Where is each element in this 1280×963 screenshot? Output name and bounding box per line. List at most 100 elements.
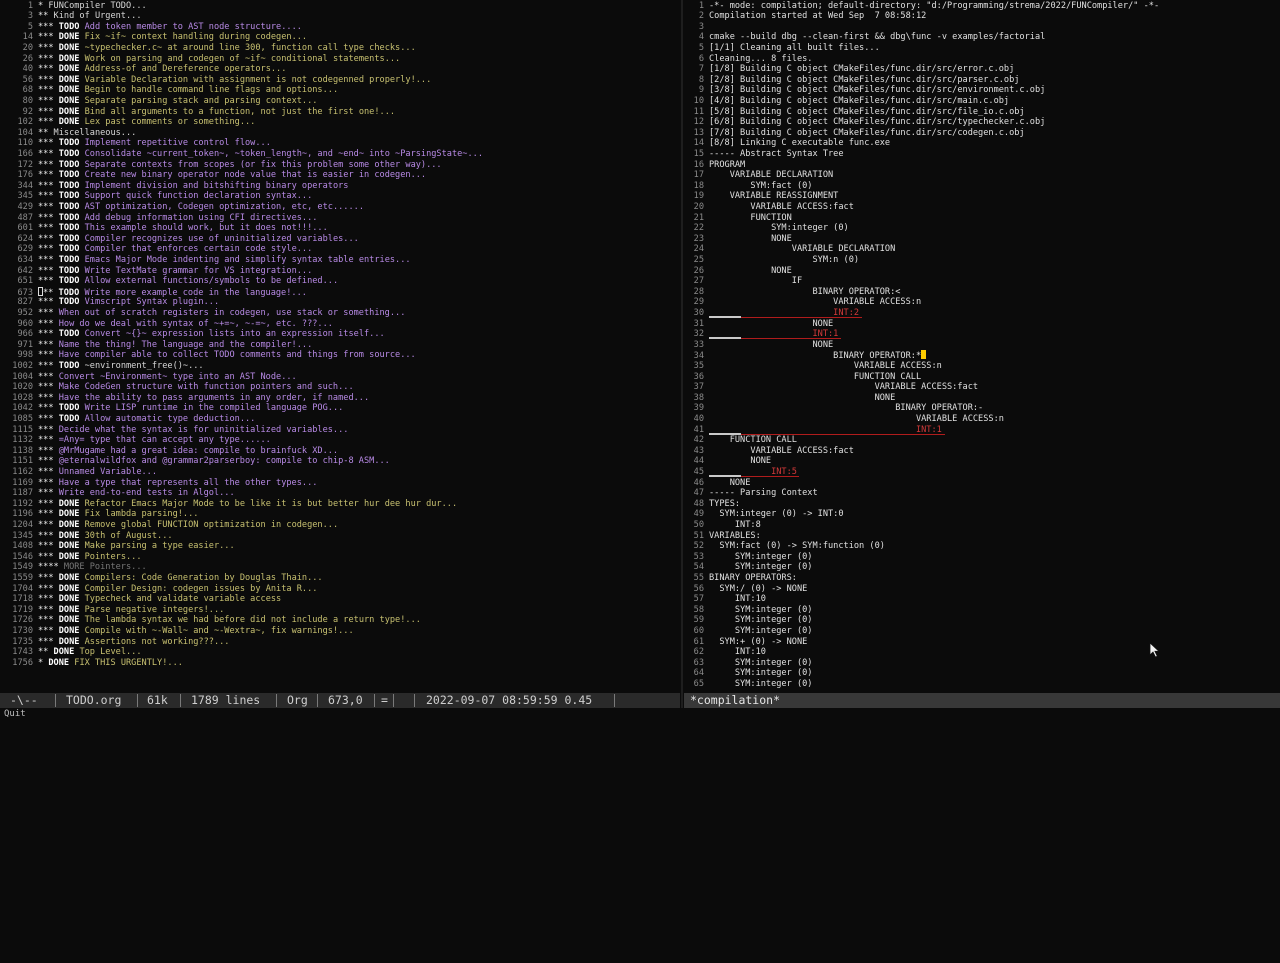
done-keyword[interactable]: DONE [59, 509, 80, 519]
heading-title[interactable]: Have a type that represents all the othe… [59, 478, 318, 488]
org-heading-line[interactable]: 673 ** TODO Write more example code in t… [0, 286, 307, 298]
org-heading-line[interactable]: 629 *** TODO Compiler that enforces cert… [0, 244, 312, 255]
heading-title[interactable]: Implement division and bitshifting binar… [85, 181, 349, 191]
org-heading-line[interactable]: 642 *** TODO Write TextMate grammar for … [0, 266, 312, 277]
org-heading-line[interactable]: 960 *** How do we deal with syntax of ~+… [0, 319, 332, 330]
done-keyword[interactable]: DONE [59, 605, 80, 615]
done-keyword[interactable]: DONE [59, 637, 80, 647]
heading-title[interactable]: Add token member to AST node structure..… [85, 22, 302, 32]
heading-title[interactable]: Typecheck and validate variable access [85, 594, 282, 604]
modeline-encoding[interactable]: = [381, 693, 388, 708]
todo-keyword[interactable]: TODO [59, 288, 80, 298]
heading-title[interactable]: Implement repetitive control flow... [85, 138, 271, 148]
heading-title[interactable]: Compile with ~-Wall~ and ~-Wextra~, fix … [85, 626, 354, 636]
heading-title[interactable]: Support quick function declaration synta… [85, 191, 313, 201]
heading-title[interactable]: When out of scratch registers in codegen… [59, 308, 406, 318]
heading-title[interactable]: Variable Declaration with assignment is … [85, 75, 432, 85]
todo-keyword[interactable]: TODO [59, 329, 80, 339]
todo-keyword[interactable]: TODO [59, 234, 80, 244]
heading-title[interactable]: FUNCompiler TODO... [48, 1, 146, 11]
org-heading-line[interactable]: 651 *** TODO Allow external functions/sy… [0, 276, 338, 287]
heading-title[interactable]: The lambda syntax we had before did not … [85, 615, 421, 625]
org-heading-line[interactable]: 3 ** Kind of Urgent... [0, 11, 142, 22]
done-keyword[interactable]: DONE [54, 647, 75, 657]
org-heading-line[interactable]: 952 *** When out of scratch registers in… [0, 308, 405, 319]
org-heading-line[interactable]: 20 *** DONE ~typechecker.c~ at around li… [0, 43, 416, 54]
todo-keyword[interactable]: TODO [59, 181, 80, 191]
todo-keyword[interactable]: TODO [59, 22, 80, 32]
heading-title[interactable]: Separate contexts from scopes (or fix th… [85, 160, 442, 170]
window-divider[interactable] [681, 0, 683, 708]
org-heading-line[interactable]: 1020 *** Make CodeGen structure with fun… [0, 382, 354, 393]
done-keyword[interactable]: DONE [59, 520, 80, 530]
org-heading-line[interactable]: 110 *** TODO Implement repetitive contro… [0, 138, 271, 149]
done-keyword[interactable]: DONE [59, 117, 80, 127]
heading-title[interactable]: Consolidate ~current_token~, ~token_leng… [85, 149, 483, 159]
heading-title[interactable]: @MrMugame had a great idea: compile to b… [59, 446, 338, 456]
done-keyword[interactable]: DONE [59, 552, 80, 562]
heading-title[interactable]: Emacs Major Mode indenting and simplify … [85, 255, 411, 265]
todo-keyword[interactable]: TODO [59, 160, 80, 170]
heading-title[interactable]: Parse negative integers!... [85, 605, 225, 615]
done-keyword[interactable]: DONE [59, 64, 80, 74]
heading-title[interactable]: Make CodeGen structure with function poi… [59, 382, 354, 392]
org-heading-line[interactable]: 1138 *** @MrMugame had a great idea: com… [0, 446, 338, 457]
org-heading-line[interactable]: 1204 *** DONE Remove global FUNCTION opt… [0, 520, 338, 531]
todo-keyword[interactable]: TODO [59, 244, 80, 254]
org-heading-line[interactable]: 601 *** TODO This example should work, b… [0, 223, 327, 234]
heading-title[interactable]: Write end-to-end tests in Algol... [59, 488, 235, 498]
heading-title[interactable]: Vimscript Syntax plugin... [85, 297, 220, 307]
org-heading-line[interactable]: 1028 *** Have the ability to pass argume… [0, 393, 369, 404]
org-heading-line[interactable]: 176 *** TODO Create new binary operator … [0, 170, 426, 181]
org-heading-line[interactable]: 1132 *** =Any= type that can accept any … [0, 435, 271, 446]
org-heading-line[interactable]: 102 *** DONE Lex past comments or someth… [0, 117, 255, 128]
org-heading-line[interactable]: 1743 ** DONE Top Level... [0, 647, 141, 658]
done-keyword[interactable]: DONE [59, 499, 80, 509]
org-heading-line[interactable]: 971 *** Name the thing! The language and… [0, 340, 312, 351]
org-heading-line[interactable]: 1196 *** DONE Fix lambda parsing!... [0, 509, 198, 520]
done-keyword[interactable]: DONE [59, 584, 80, 594]
modeline-major-mode[interactable]: Org [287, 693, 308, 708]
todo-keyword[interactable]: TODO [59, 297, 80, 307]
todo-keyword[interactable]: TODO [59, 138, 80, 148]
org-heading-line[interactable]: 1187 *** Write end-to-end tests in Algol… [0, 488, 235, 499]
done-keyword[interactable]: DONE [59, 626, 80, 636]
org-heading-line[interactable]: 344 *** TODO Implement division and bits… [0, 181, 348, 192]
org-heading-line[interactable]: 1169 *** Have a type that represents all… [0, 478, 317, 489]
org-heading-line[interactable]: 56 *** DONE Variable Declaration with as… [0, 75, 432, 86]
org-heading-line[interactable]: 966 *** TODO Convert ~{}~ expression lis… [0, 329, 384, 340]
org-heading-line[interactable]: 5 *** TODO Add token member to AST node … [0, 22, 302, 33]
done-keyword[interactable]: DONE [48, 658, 69, 668]
org-heading-line[interactable]: 1718 *** DONE Typecheck and validate var… [0, 594, 281, 605]
heading-title[interactable]: Convert ~Environment~ type into an AST N… [59, 372, 297, 382]
org-heading-line[interactable]: 68 *** DONE Begin to handle command line… [0, 85, 339, 96]
heading-title[interactable]: MORE Pointers... [64, 562, 147, 572]
org-heading-line[interactable]: 487 *** TODO Add debug information using… [0, 213, 317, 224]
done-keyword[interactable]: DONE [59, 107, 80, 117]
heading-title[interactable]: Write more example code in the language!… [84, 288, 306, 298]
compilation-buffer[interactable]: 1 -*- mode: compilation; default-director… [684, 0, 1280, 692]
heading-title[interactable]: Pointers... [85, 552, 142, 562]
org-heading-line[interactable]: 1756 * DONE FIX THIS URGENTLY!... [0, 658, 183, 669]
heading-title[interactable]: Bind all arguments to a function, not ju… [85, 107, 395, 117]
heading-title[interactable]: ~typechecker.c~ at around line 300, func… [85, 43, 416, 53]
heading-title[interactable]: =Any= type that can accept any type.....… [59, 435, 271, 445]
org-heading-line[interactable]: 40 *** DONE Address-of and Dereference o… [0, 64, 287, 75]
heading-title[interactable]: Assertions not working???... [85, 637, 230, 647]
todo-keyword[interactable]: TODO [59, 361, 80, 371]
heading-title[interactable]: FIX THIS URGENTLY!... [74, 658, 183, 668]
org-heading-line[interactable]: 1549 **** MORE Pointers... [0, 562, 147, 573]
heading-title[interactable]: Have the ability to pass arguments in an… [59, 393, 369, 403]
heading-title[interactable]: Address-of and Dereference operators... [85, 64, 287, 74]
heading-title[interactable]: Allow external functions/symbols to be d… [85, 276, 339, 286]
org-heading-line[interactable]: 1042 *** TODO Write LISP runtime in the … [0, 403, 343, 414]
org-heading-line[interactable]: 1559 *** DONE Compilers: Code Generation… [0, 573, 322, 584]
org-heading-line[interactable]: 80 *** DONE Separate parsing stack and p… [0, 96, 318, 107]
org-heading-line[interactable]: 998 *** Have compiler able to collect TO… [0, 350, 415, 361]
org-heading-line[interactable]: 14 *** DONE Fix ~if~ context handling du… [0, 32, 307, 43]
heading-title[interactable]: Begin to handle command line flags and o… [85, 85, 339, 95]
modeline-buffer-name[interactable]: TODO.org [66, 693, 121, 708]
heading-title[interactable]: Allow automatic type deduction... [85, 414, 256, 424]
heading-title[interactable]: Separate parsing stack and parsing conte… [85, 96, 318, 106]
todo-keyword[interactable]: TODO [59, 403, 80, 413]
